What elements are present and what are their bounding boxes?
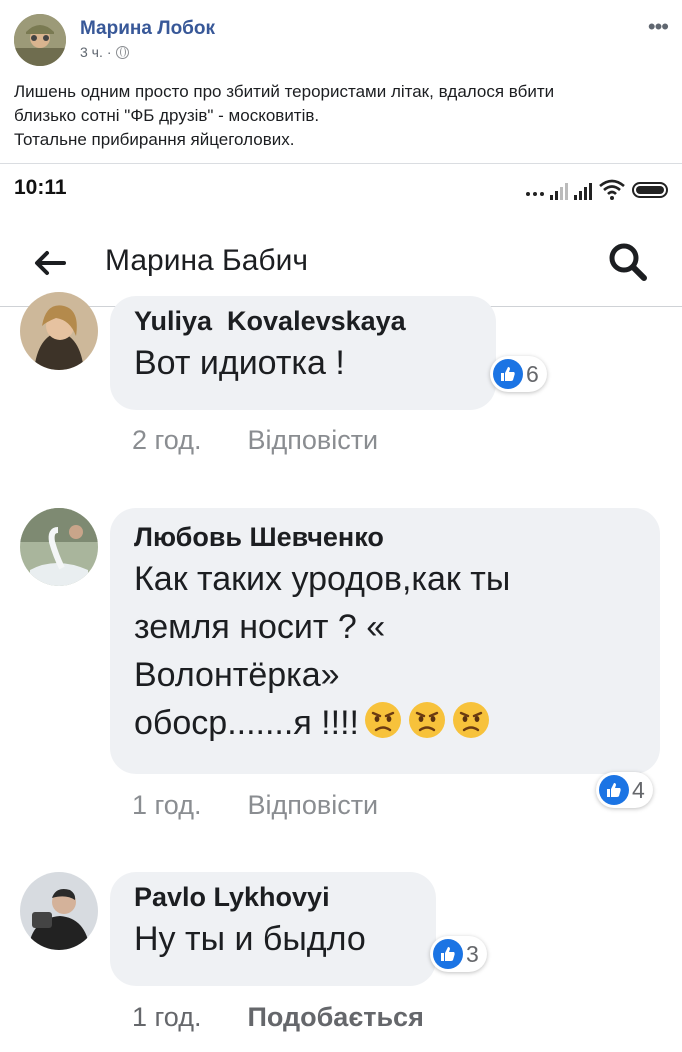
commenter-avatar[interactable]: [20, 292, 98, 370]
post-meta: 3 ч. ·: [80, 44, 129, 60]
comment-bubble: Yuliya Kovalevskaya Вот идиотка !: [110, 296, 496, 410]
battery-icon: [632, 182, 668, 198]
post-author-avatar[interactable]: [14, 14, 66, 66]
comment-author[interactable]: Pavlo Lykhovyi: [134, 882, 412, 913]
angry-face-icon: [364, 702, 401, 738]
reaction-counter[interactable]: 4: [596, 772, 653, 808]
comment-meta: 1 год. Подобається: [132, 1002, 424, 1033]
post-text-line: Тотальне прибирання яйцеголових.: [14, 130, 295, 149]
reaction-counter[interactable]: 6: [490, 356, 547, 392]
angry-face-icon: [452, 702, 489, 738]
post-author-name[interactable]: Марина Лобок: [80, 18, 215, 40]
reaction-count: 4: [632, 776, 645, 803]
comment-text: Как таких уродов,как ты земля носит ? « …: [134, 555, 636, 747]
reaction-count: 6: [526, 360, 539, 387]
comment-author[interactable]: Yuliya Kovalevskaya: [134, 306, 472, 337]
comment-meta: 1 год. Відповісти: [132, 790, 378, 821]
comment-text-line: Как таких уродов,как ты: [134, 560, 511, 598]
comment-meta: 2 год. Відповісти: [132, 425, 378, 456]
like-button[interactable]: Подобається: [247, 1002, 423, 1033]
post-divider: [0, 163, 682, 164]
like-icon: [599, 775, 629, 805]
wifi-icon: [599, 179, 625, 200]
commenter-avatar[interactable]: [20, 872, 98, 950]
post-body: Лишень одним просто про збитий терориста…: [14, 80, 654, 152]
like-icon: [433, 939, 463, 969]
reply-button[interactable]: Відповісти: [247, 790, 378, 821]
search-icon[interactable]: [606, 240, 650, 284]
commenter-avatar[interactable]: [20, 508, 98, 586]
comment-text-line: обоср.......я !!!!: [134, 704, 359, 742]
meta-separator: ·: [106, 44, 112, 60]
comment-time[interactable]: 1 год.: [132, 790, 201, 821]
emoji-group: [359, 702, 491, 742]
more-options-icon[interactable]: •••: [648, 14, 669, 40]
reaction-counter[interactable]: 3: [430, 936, 487, 972]
post-time[interactable]: 3 ч.: [80, 44, 103, 60]
comment-text-line: земля носит ? «: [134, 608, 386, 646]
comment-text: Ну ты и быдло: [134, 920, 366, 958]
comment-text-line: обоср.......я !!!!: [134, 699, 636, 747]
comment-time[interactable]: 2 год.: [132, 425, 201, 456]
reply-button[interactable]: Відповісти: [247, 425, 378, 456]
post-text-line: близько сотні "ФБ друзів" - московитів.: [14, 106, 320, 125]
reaction-count: 3: [466, 940, 479, 967]
comment-time[interactable]: 1 год.: [132, 1002, 201, 1033]
signal-icon: [574, 183, 592, 200]
post-text-line: Лишень одним просто про збитий терориста…: [14, 82, 555, 101]
comment-author[interactable]: Любовь Шевченко: [134, 522, 636, 553]
angry-face-icon: [408, 702, 445, 738]
comment-text-line: Волонтёрка»: [134, 656, 340, 694]
statusbar-icons: [526, 178, 668, 200]
back-arrow-icon[interactable]: [32, 246, 68, 280]
statusbar-time: 10:11: [14, 176, 67, 199]
comment-bubble: Pavlo Lykhovyi Ну ты и быдло: [110, 872, 436, 986]
comment-text: Вот идиотка !: [134, 344, 345, 382]
like-icon: [493, 359, 523, 389]
globe-icon: [115, 45, 129, 59]
more-dots-icon: [526, 192, 544, 200]
signal-icon: [550, 183, 568, 200]
comment-bubble: Любовь Шевченко Как таких уродов,как ты …: [110, 508, 660, 774]
page-title: Марина Бабич: [105, 244, 308, 277]
